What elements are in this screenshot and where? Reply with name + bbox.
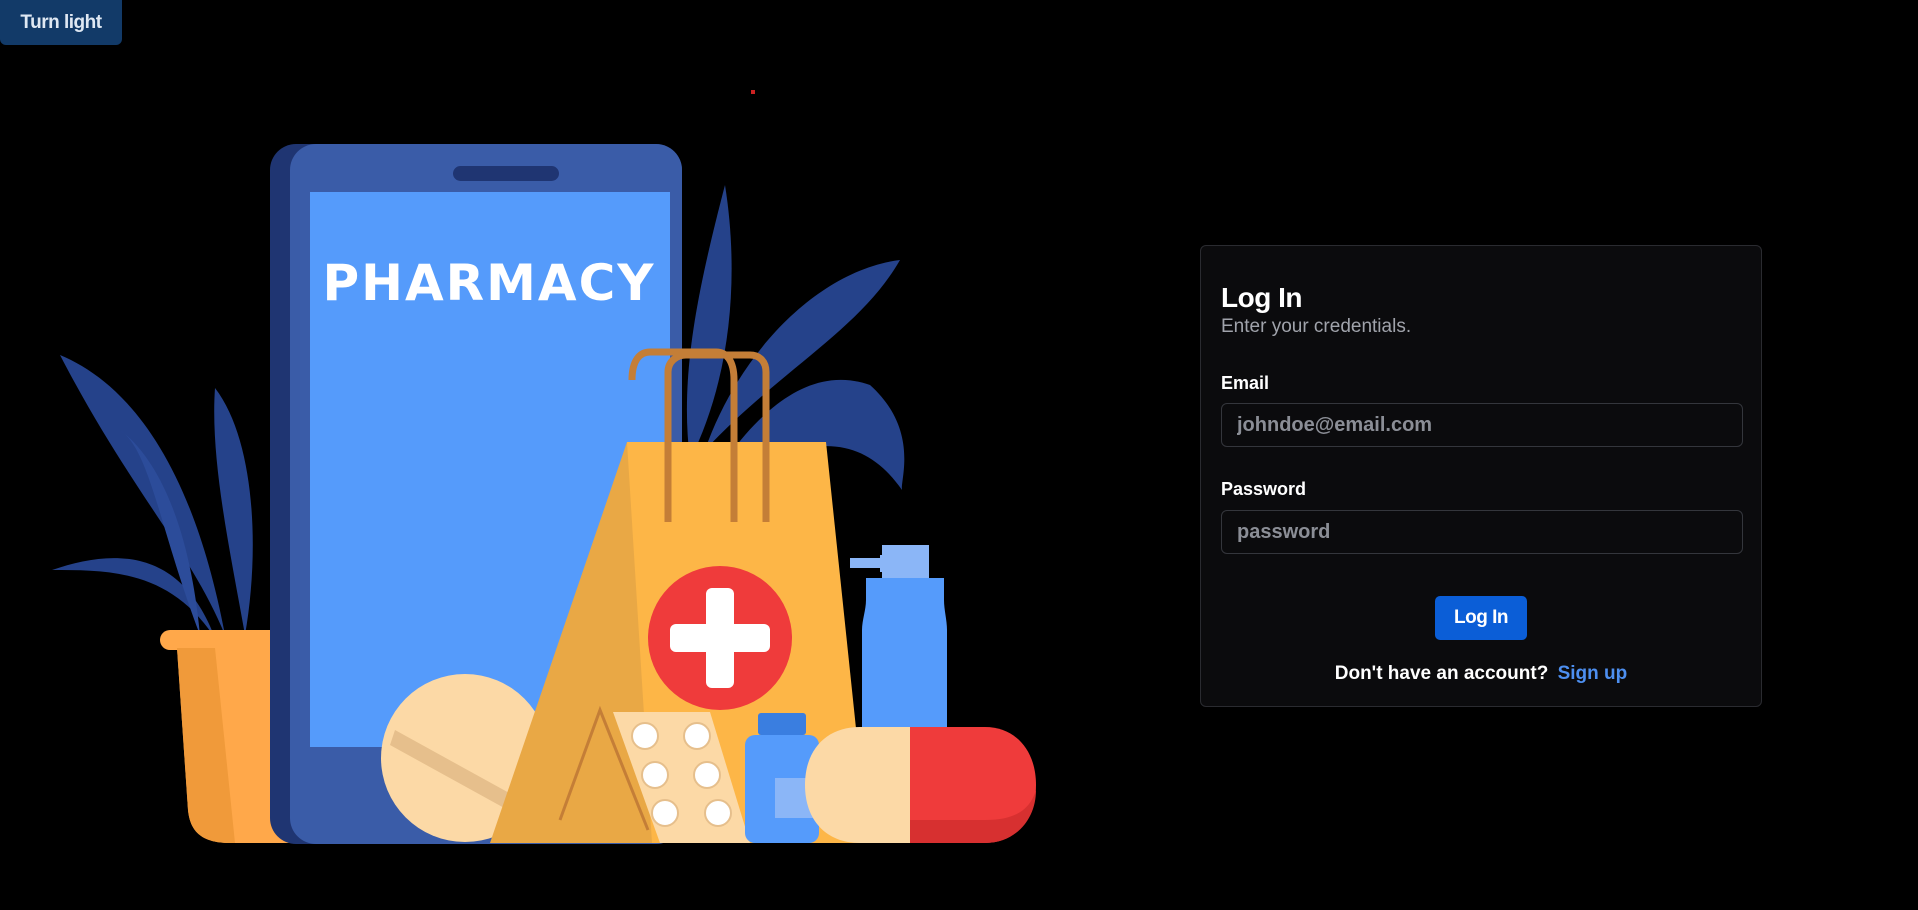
spray-bottle-icon <box>850 545 947 730</box>
login-title: Log In <box>1221 282 1302 313</box>
signup-prompt: Don't have an account? <box>1334 663 1549 684</box>
theme-toggle-button[interactable]: Turn light <box>0 0 122 45</box>
login-button[interactable]: Log In <box>1435 596 1527 640</box>
login-subtitle: Enter your credentials. <box>1221 316 1412 337</box>
left-plant-icon <box>52 355 253 638</box>
email-label: Email <box>1221 373 1270 393</box>
signup-link[interactable]: Sign up <box>1558 663 1628 684</box>
signup-row: Don't have an account? Sign up <box>1201 663 1761 685</box>
password-input[interactable] <box>1221 510 1743 554</box>
login-card: Log In Enter your credentials. Email Pas… <box>1200 245 1762 707</box>
phone-pharmacy-text: PHARMACY <box>322 254 655 312</box>
stray-dot <box>751 90 755 94</box>
email-input[interactable] <box>1221 403 1743 447</box>
pharmacy-illustration: PHARMACY <box>52 144 1036 844</box>
password-label: Password <box>1221 479 1307 499</box>
capsule-icon <box>805 727 1036 843</box>
